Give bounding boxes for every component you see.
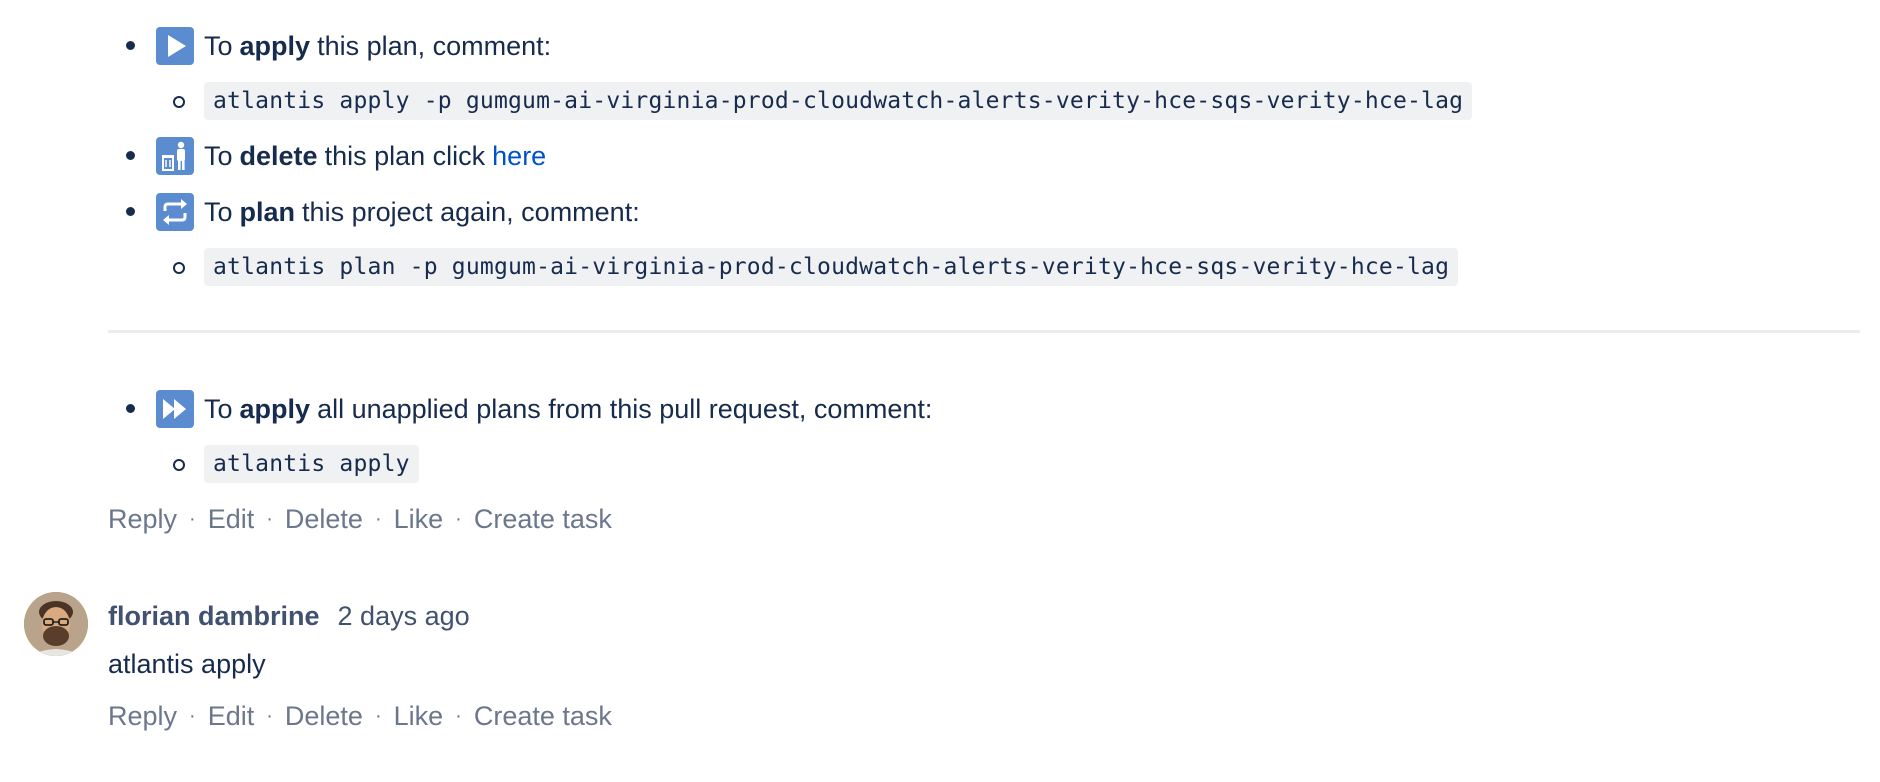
- comment-author[interactable]: florian dambrine: [108, 601, 320, 632]
- plan-prefix: To: [204, 196, 233, 227]
- apply-all-list: To apply all unapplied plans from this p…: [108, 381, 1860, 491]
- delete-prefix: To: [204, 140, 233, 171]
- delete-suffix: this plan click: [324, 140, 486, 171]
- plan-command-code: atlantis plan -p gumgum-ai-virginia-prod…: [204, 248, 1459, 286]
- list-item-apply-plan: To apply this plan, comment: atlantis ap…: [108, 18, 1860, 128]
- comment-actions: Reply · Edit · Delete · Like · Create ta…: [108, 491, 1860, 547]
- edit-button[interactable]: Edit: [208, 504, 255, 535]
- separator-dot: ·: [189, 507, 196, 530]
- like-button[interactable]: Like: [394, 504, 444, 535]
- play-button-icon: [156, 27, 194, 65]
- separator-dot: ·: [455, 704, 462, 727]
- horizontal-divider: [108, 330, 1860, 333]
- separator-dot: ·: [266, 507, 273, 530]
- bullet-dot: [126, 151, 135, 160]
- bullet-dot: [126, 404, 135, 413]
- apply-keyword: apply: [239, 30, 311, 61]
- list-item-plan-command: atlantis plan -p gumgum-ai-virginia-prod…: [156, 240, 1860, 294]
- separator-dot: ·: [374, 507, 382, 530]
- bullet-circle: [173, 459, 185, 471]
- apply-all-suffix: all unapplied plans from this pull reque…: [317, 393, 933, 424]
- create-task-button[interactable]: Create task: [474, 701, 612, 732]
- comment-body: florian dambrine 2 days ago atlantis app…: [108, 592, 612, 744]
- plan-suffix: this project again, comment:: [302, 196, 640, 227]
- plan-command-list: atlantis plan -p gumgum-ai-virginia-prod…: [156, 240, 1860, 294]
- list-item-apply-all: To apply all unapplied plans from this p…: [108, 381, 1860, 491]
- litter-bin-icon: [156, 137, 194, 175]
- comment-thread: To apply this plan, comment: atlantis ap…: [0, 0, 1880, 782]
- delete-button[interactable]: Delete: [285, 701, 363, 732]
- comment-text: atlantis apply: [108, 648, 266, 679]
- apply-command-code: atlantis apply -p gumgum-ai-virginia-pro…: [204, 82, 1473, 120]
- separator-dot: ·: [266, 704, 273, 727]
- bullet-circle: [173, 262, 185, 274]
- bullet-circle: [173, 96, 185, 108]
- create-task-button[interactable]: Create task: [474, 504, 612, 535]
- like-button[interactable]: Like: [394, 701, 444, 732]
- reply-button[interactable]: Reply: [108, 504, 177, 535]
- list-item-apply-command: atlantis apply -p gumgum-ai-virginia-pro…: [156, 74, 1860, 128]
- apply-all-command-code: atlantis apply: [204, 445, 419, 483]
- comment-actions: Reply · Edit · Delete · Like · Create ta…: [108, 688, 612, 744]
- separator-dot: ·: [189, 704, 196, 727]
- apply-all-keyword: apply: [239, 393, 311, 424]
- edit-button[interactable]: Edit: [208, 701, 255, 732]
- bullet-dot: [126, 41, 135, 50]
- separator-dot: ·: [374, 704, 382, 727]
- delete-button[interactable]: Delete: [285, 504, 363, 535]
- comment-timestamp[interactable]: 2 days ago: [338, 601, 470, 632]
- separator-dot: ·: [455, 507, 462, 530]
- apply-command-list: atlantis apply -p gumgum-ai-virginia-pro…: [156, 74, 1860, 128]
- apply-all-prefix: To: [204, 393, 233, 424]
- apply-all-command-list: atlantis apply: [156, 437, 1860, 491]
- list-item-delete-plan: To delete this plan click here: [108, 128, 1860, 184]
- list-item-plan-again: To plan this project again, comment: atl…: [108, 184, 1860, 294]
- bot-comment-body: To apply this plan, comment: atlantis ap…: [108, 18, 1860, 547]
- avatar[interactable]: [24, 592, 88, 656]
- delete-keyword: delete: [239, 140, 318, 171]
- fast-forward-icon: [156, 390, 194, 428]
- apply-suffix: this plan, comment:: [317, 30, 552, 61]
- delete-here-link[interactable]: here: [492, 141, 546, 172]
- apply-prefix: To: [204, 30, 233, 61]
- reply-button[interactable]: Reply: [108, 701, 177, 732]
- plan-keyword: plan: [239, 196, 296, 227]
- bullet-dot: [126, 207, 135, 216]
- list-item-apply-all-command: atlantis apply: [156, 437, 1860, 491]
- plan-actions-list: To apply this plan, comment: atlantis ap…: [108, 18, 1860, 294]
- repeat-icon: [156, 193, 194, 231]
